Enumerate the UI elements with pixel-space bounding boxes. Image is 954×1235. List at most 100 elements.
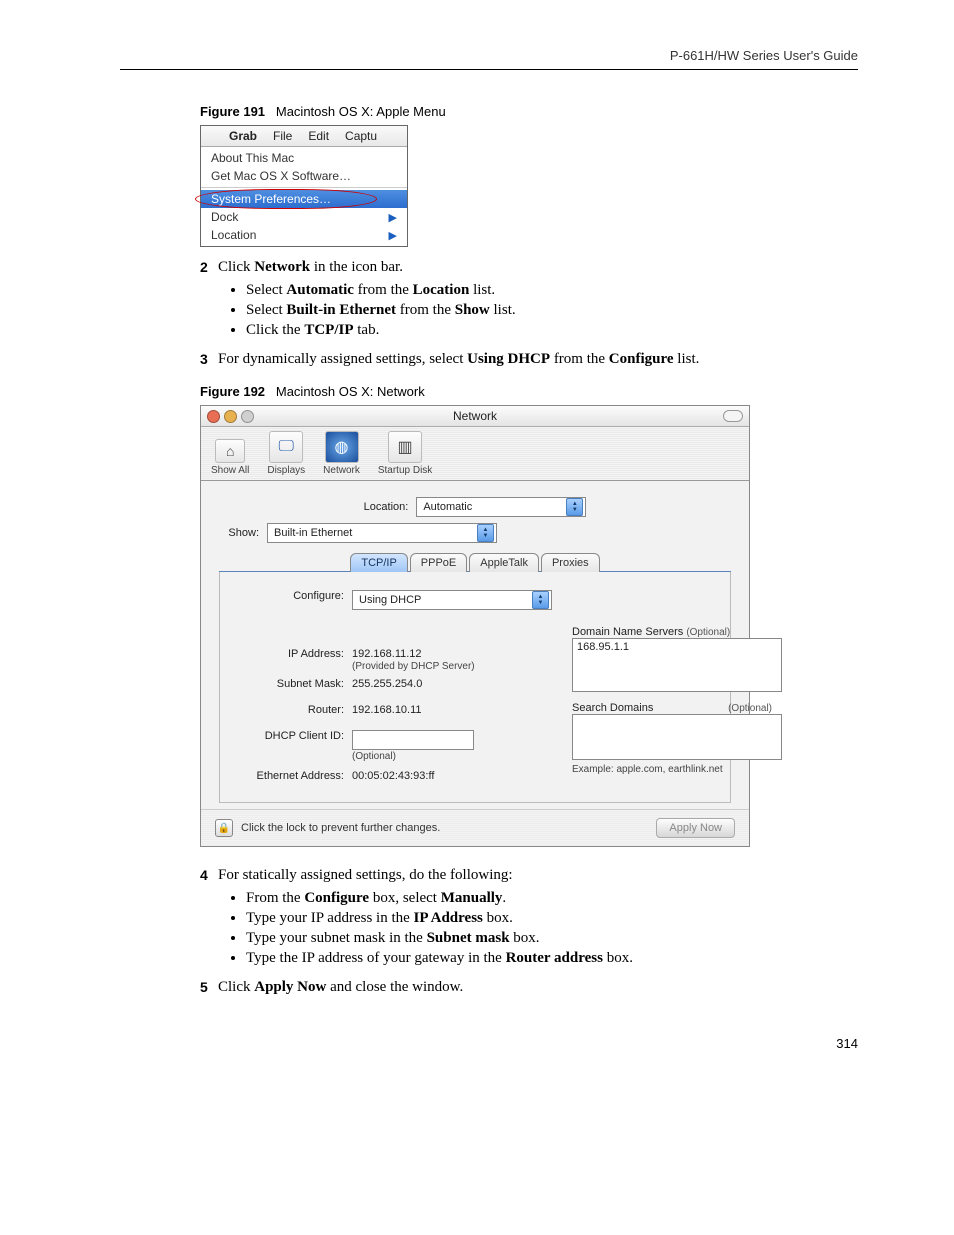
menu-about-this-mac[interactable]: About This Mac	[201, 149, 407, 167]
step-3-text: For dynamically assigned settings, selec…	[218, 351, 699, 368]
tabs: TCP/IP PPPoE AppleTalk Proxies	[219, 553, 731, 572]
toolbar-startup-disk[interactable]: ▥ Startup Disk	[378, 431, 432, 476]
step-5-text: Click Apply Now and close the window.	[218, 979, 463, 996]
t: For dynamically assigned settings, selec…	[218, 351, 467, 367]
show-select[interactable]: Built-in Ethernet ▲▼	[267, 523, 497, 543]
configure-value: Using DHCP	[359, 594, 421, 606]
step-5-number: 5	[200, 979, 218, 995]
t: and close the window.	[326, 979, 463, 995]
ip-value: 192.168.11.12 (Provided by DHCP Server)	[352, 648, 475, 672]
t: Location	[413, 282, 470, 298]
dns-input[interactable]: 168.95.1.1	[572, 638, 782, 692]
dhcp-client-id-input[interactable]	[352, 730, 474, 750]
menubar: Grab File Edit Captu	[201, 126, 407, 147]
menu-location[interactable]: Location ▶	[201, 226, 407, 244]
chevron-right-icon: ▶	[389, 229, 397, 242]
bullet: Type your IP address in the IP Address b…	[246, 910, 858, 927]
figure-191-caption: Figure 191 Macintosh OS X: Apple Menu	[200, 104, 858, 119]
window-title: Network	[201, 409, 749, 423]
t: Built-in Ethernet	[286, 302, 396, 318]
t: Click	[218, 259, 254, 275]
t: Router address	[506, 950, 603, 966]
show-value: Built-in Ethernet	[274, 527, 352, 539]
lock-area[interactable]: 🔒 Click the lock to prevent further chan…	[215, 819, 440, 837]
bullet: Select Built-in Ethernet from the Show l…	[246, 302, 858, 319]
ip-note: (Provided by DHCP Server)	[352, 661, 475, 672]
chevron-right-icon: ▶	[389, 211, 397, 224]
search-domains-optional: (Optional)	[728, 703, 772, 714]
location-select[interactable]: Automatic ▲▼	[416, 497, 586, 517]
show-all-icon: ⌂	[215, 439, 245, 463]
tab-pppoe[interactable]: PPPoE	[410, 553, 467, 572]
bullet: From the Configure box, select Manually.	[246, 890, 858, 907]
menubar-app[interactable]: Grab	[221, 129, 265, 143]
figure-191-text: Macintosh OS X: Apple Menu	[276, 104, 446, 119]
dns-label: Domain Name Servers (Optional)	[572, 626, 782, 638]
t: Manually	[441, 890, 503, 906]
show-label: Show:	[219, 527, 259, 539]
t: list.	[490, 302, 516, 318]
figure-192-caption: Figure 192 Macintosh OS X: Network	[200, 384, 858, 399]
router-value: 192.168.10.11	[352, 704, 422, 716]
toolbar-displays[interactable]: 🖵 Displays	[267, 431, 305, 476]
t: Select	[246, 282, 286, 298]
toolbar-toggle-icon[interactable]	[723, 410, 743, 422]
startup-disk-icon: ▥	[388, 431, 422, 463]
search-domains-input[interactable]	[572, 714, 782, 760]
menu-dock[interactable]: Dock ▶	[201, 208, 407, 226]
bullet: Type the IP address of your gateway in t…	[246, 950, 858, 967]
t: Configure	[304, 890, 369, 906]
step-2-text: Click Network in the icon bar.	[218, 259, 403, 276]
window-titlebar: Network	[201, 406, 749, 427]
subnet-value: 255.255.254.0	[352, 678, 422, 690]
toolbar-show-all[interactable]: ⌂ Show All	[211, 439, 249, 476]
toolbar-label: Startup Disk	[378, 465, 432, 476]
display-icon: 🖵	[269, 431, 303, 463]
t: Select	[246, 302, 286, 318]
step-4: 4 For statically assigned settings, do t…	[200, 867, 858, 884]
t: Type the IP address of your gateway in t…	[246, 950, 506, 966]
step-3: 3 For dynamically assigned settings, sel…	[200, 351, 858, 368]
step-2: 2 Click Network in the icon bar.	[200, 259, 858, 276]
tab-proxies[interactable]: Proxies	[541, 553, 600, 572]
t: 192.168.11.12	[352, 648, 422, 660]
t: (Optional)	[686, 627, 730, 638]
toolbar-label: Displays	[267, 465, 305, 476]
network-icon: ◍	[325, 431, 359, 463]
tab-appletalk[interactable]: AppleTalk	[469, 553, 539, 572]
router-label: Router:	[234, 704, 344, 716]
chevron-updown-icon: ▲▼	[566, 498, 583, 516]
ethernet-value: 00:05:02:43:93:ff	[352, 770, 434, 782]
bullet: Select Automatic from the Location list.	[246, 282, 858, 299]
chevron-updown-icon: ▲▼	[477, 524, 494, 542]
menu-get-software[interactable]: Get Mac OS X Software…	[201, 167, 407, 185]
tab-tcpip[interactable]: TCP/IP	[350, 553, 407, 572]
ethernet-label: Ethernet Address:	[234, 770, 344, 782]
figure-191-label: Figure 191	[200, 104, 265, 119]
t: tab.	[354, 322, 380, 338]
toolbar-label: Show All	[211, 465, 249, 476]
t: Automatic	[286, 282, 354, 298]
t: .	[502, 890, 506, 906]
t: From the	[246, 890, 304, 906]
menu-location-label: Location	[211, 228, 256, 242]
step-4-text: For statically assigned settings, do the…	[218, 867, 513, 884]
t: TCP/IP	[304, 322, 353, 338]
menubar-file[interactable]: File	[265, 129, 300, 143]
t: Configure	[609, 351, 674, 367]
t: in the icon bar.	[310, 259, 403, 275]
panel-body: Location: Automatic ▲▼ Show: Built-in Et…	[201, 481, 749, 809]
apply-now-button[interactable]: Apply Now	[656, 818, 735, 838]
t: Network	[254, 259, 310, 275]
menubar-capture[interactable]: Captu	[337, 129, 385, 143]
ip-label: IP Address:	[234, 648, 344, 660]
menu-system-preferences[interactable]: System Preferences…	[201, 190, 407, 208]
toolbar-network[interactable]: ◍ Network	[323, 431, 360, 476]
t: box.	[483, 910, 513, 926]
header-guide-title: P-661H/HW Series User's Guide	[120, 48, 858, 63]
menubar-edit[interactable]: Edit	[300, 129, 337, 143]
figure-192-network-window: Network ⌂ Show All 🖵 Displays ◍ Network …	[200, 405, 750, 847]
toolbar: ⌂ Show All 🖵 Displays ◍ Network ▥ Startu…	[201, 427, 749, 481]
configure-select[interactable]: Using DHCP ▲▼	[352, 590, 552, 610]
t: from the	[396, 302, 455, 318]
